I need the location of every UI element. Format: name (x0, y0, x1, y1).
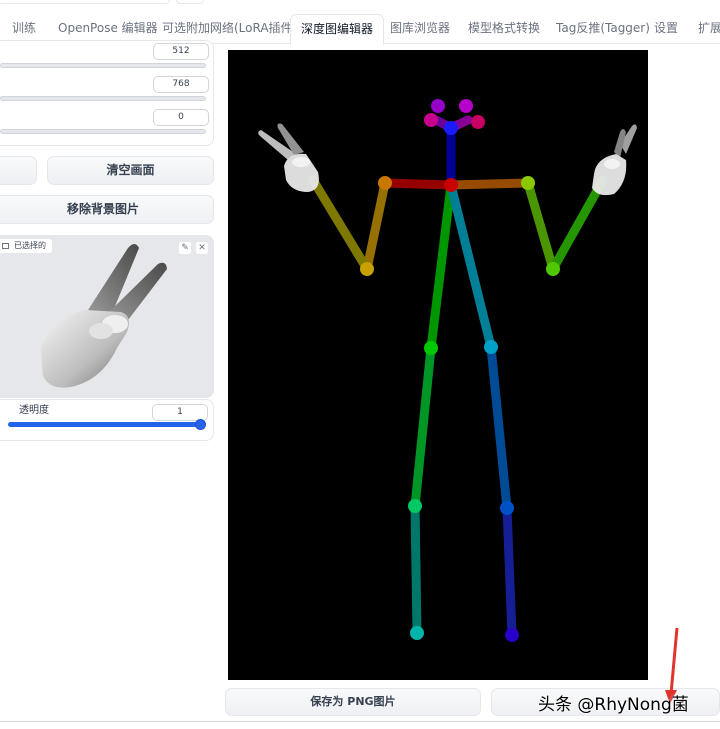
keypoint-neck (444, 178, 458, 192)
left-partial-button[interactable] (0, 156, 37, 185)
hand-model-right (258, 123, 319, 192)
shoulder-left-limb (446, 178, 533, 190)
top-input-stub (0, 0, 170, 4)
height-slider[interactable] (0, 96, 206, 101)
height-slider-row: 768 (0, 76, 214, 106)
torso-right-limb (426, 180, 456, 353)
keypoint-right-elbow (360, 262, 374, 276)
tab-tagger[interactable]: Tag反推(Tagger) (556, 14, 650, 42)
tab-depth-editor[interactable]: 深度图编辑器 (290, 14, 385, 45)
width-slider-row: 512 (0, 43, 214, 73)
width-number-input[interactable]: 512 (153, 43, 209, 60)
shin-left-limb (502, 503, 517, 640)
keypoint-right-hip (424, 341, 438, 355)
tab-additional-networks[interactable]: 可选附加网络(LoRA插件) (162, 14, 297, 42)
pose-canvas[interactable] (228, 50, 648, 680)
tab-openpose-editor[interactable]: OpenPose 编辑器 (58, 14, 158, 42)
watermark-text: 头条 @RhyNong菌 (538, 695, 689, 715)
background-image-card[interactable]: 已选择的 ✎ ✕ (0, 235, 214, 398)
upper-arm-right-limb (362, 178, 390, 274)
keypoint-right-knee (408, 499, 422, 513)
keypoint-right-shoulder (378, 176, 392, 190)
opacity-label: 透明度 (19, 405, 49, 416)
forearm-left-limb (548, 175, 608, 274)
keypoint-left-shoulder (521, 176, 535, 190)
keypoint-right-ankle (410, 626, 424, 640)
tab-bar: 训练 OpenPose 编辑器 可选附加网络(LoRA插件) 深度图编辑器 图库… (0, 0, 720, 45)
tab-settings[interactable]: 设置 (654, 14, 678, 42)
thigh-right-limb (410, 343, 436, 511)
shoulder-right-limb (380, 178, 456, 190)
keypoint-left-hip (484, 340, 498, 354)
thigh-left-limb (486, 342, 512, 513)
save-png-button[interactable]: 保存为 PNG图片 (225, 688, 481, 716)
forearm-right-limb (308, 175, 372, 274)
shin-right-limb (410, 501, 422, 638)
keypoint-left-eye (459, 99, 473, 113)
remove-background-button[interactable]: 移除背景图片 (0, 195, 214, 224)
hand-model-left (592, 124, 637, 196)
top-button-stub (176, 0, 204, 4)
width-slider[interactable] (0, 63, 206, 68)
keypoint-left-elbow (546, 262, 560, 276)
pose-skeleton (258, 99, 637, 642)
third-number-input[interactable]: 0 (153, 109, 209, 126)
tab-extensions[interactable]: 扩展 (698, 14, 720, 42)
upper-arm-left-limb (523, 178, 558, 274)
torso-left-limb (446, 180, 496, 352)
keypoint-right-ear (424, 113, 438, 127)
height-number-input[interactable]: 768 (153, 76, 209, 93)
keypoint-right-eye (431, 99, 445, 113)
keypoint-nose (444, 121, 458, 135)
opacity-slider[interactable] (8, 422, 205, 427)
third-slider-row: 0 (0, 109, 214, 139)
hand-preview-image (41, 244, 167, 388)
keypoint-left-ear (471, 115, 485, 129)
keypoint-left-ankle (505, 628, 519, 642)
red-arrow-shaft (669, 627, 679, 695)
tab-train[interactable]: 训练 (12, 14, 36, 42)
tab-model-converter[interactable]: 模型格式转换 (468, 14, 540, 42)
bottom-divider (0, 721, 720, 722)
clear-canvas-button[interactable]: 清空画面 (47, 156, 214, 185)
tab-image-browser[interactable]: 图库浏览器 (390, 14, 450, 42)
third-slider[interactable] (0, 129, 206, 134)
opacity-slider-thumb[interactable] (195, 419, 206, 430)
keypoint-left-knee (500, 501, 514, 515)
